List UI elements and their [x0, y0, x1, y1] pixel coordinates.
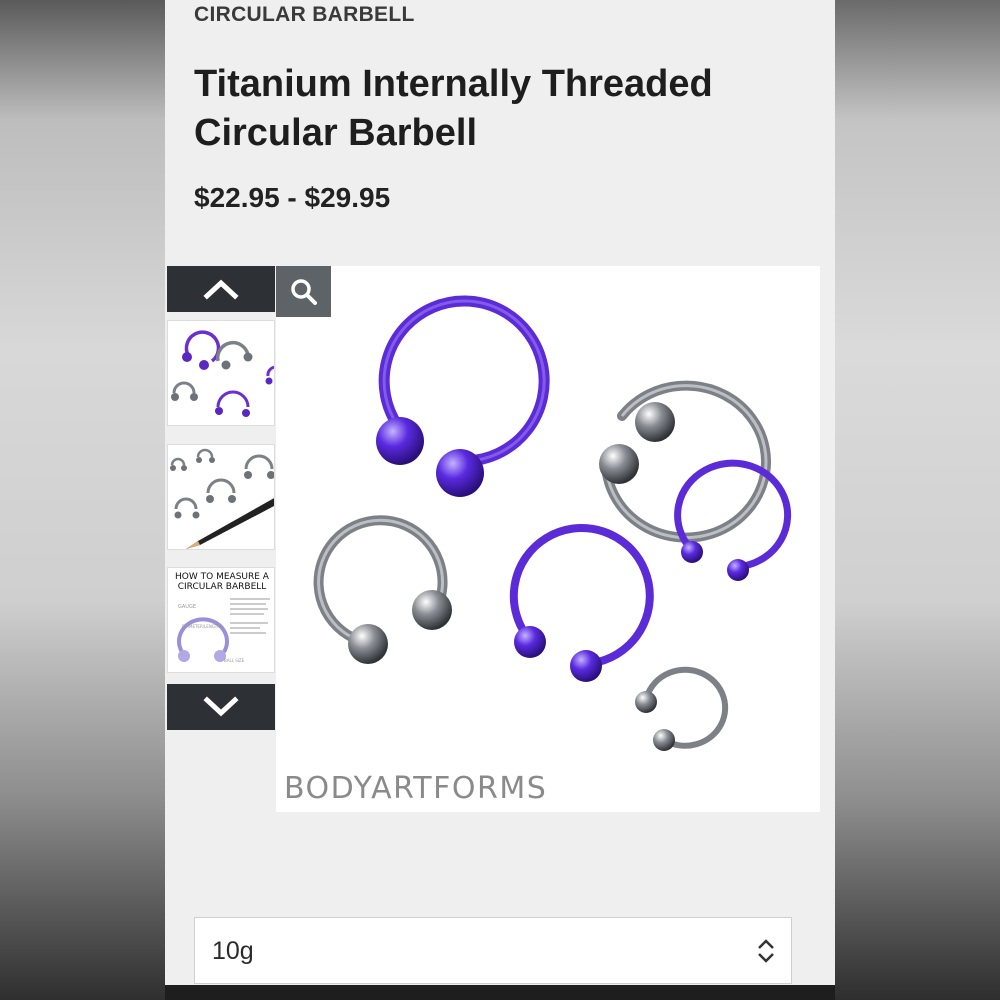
- jewelry-thumbnail-image: [171, 330, 274, 417]
- thumbnail-jewelry-with-pencil[interactable]: [167, 444, 275, 550]
- product-category[interactable]: CIRCULAR BARBELL: [194, 3, 415, 27]
- product-gallery: HOW TO MEASURE A CIRCULAR BARBELL GAUGE …: [167, 266, 820, 812]
- chevron-down-icon: [203, 696, 239, 717]
- magnifier-icon: [290, 278, 317, 305]
- thumbnail-measure-guide[interactable]: HOW TO MEASURE A CIRCULAR BARBELL GAUGE …: [167, 567, 275, 673]
- bottom-bar: [165, 985, 835, 1000]
- product-title: Titanium Internally Threaded Circular Ba…: [194, 63, 713, 154]
- gauge-select[interactable]: 10g: [194, 917, 792, 984]
- background-right: [835, 0, 1000, 1000]
- thumbnail-jewelry-group[interactable]: [167, 320, 275, 426]
- select-arrows-icon: [758, 939, 774, 963]
- main-product-image[interactable]: BODYARTFORMS: [276, 266, 820, 812]
- measure-label-gauge: GAUGE: [178, 604, 196, 610]
- product-page: CIRCULAR BARBELL Titanium Internally Thr…: [165, 0, 835, 1000]
- measure-label-ball-size: BALL SIZE: [224, 658, 245, 663]
- thumbnail-scroll-down-button[interactable]: [167, 684, 275, 730]
- brand-watermark: BODYARTFORMS: [284, 771, 548, 806]
- gauge-select-value: 10g: [212, 937, 254, 965]
- thumbnail-scroll-up-button[interactable]: [167, 266, 275, 312]
- jewelry-pencil-thumbnail-image: [170, 448, 274, 549]
- measure-guide-diagram: [177, 598, 270, 662]
- zoom-button[interactable]: [276, 266, 331, 317]
- jewelry-main-photo: [313, 295, 792, 751]
- chevron-up-icon: [203, 279, 239, 300]
- product-price: $22.95 - $29.95: [194, 182, 391, 213]
- measure-label-diameter: DIAMETER/LENGTH: [182, 624, 221, 629]
- background-left: [0, 0, 165, 1000]
